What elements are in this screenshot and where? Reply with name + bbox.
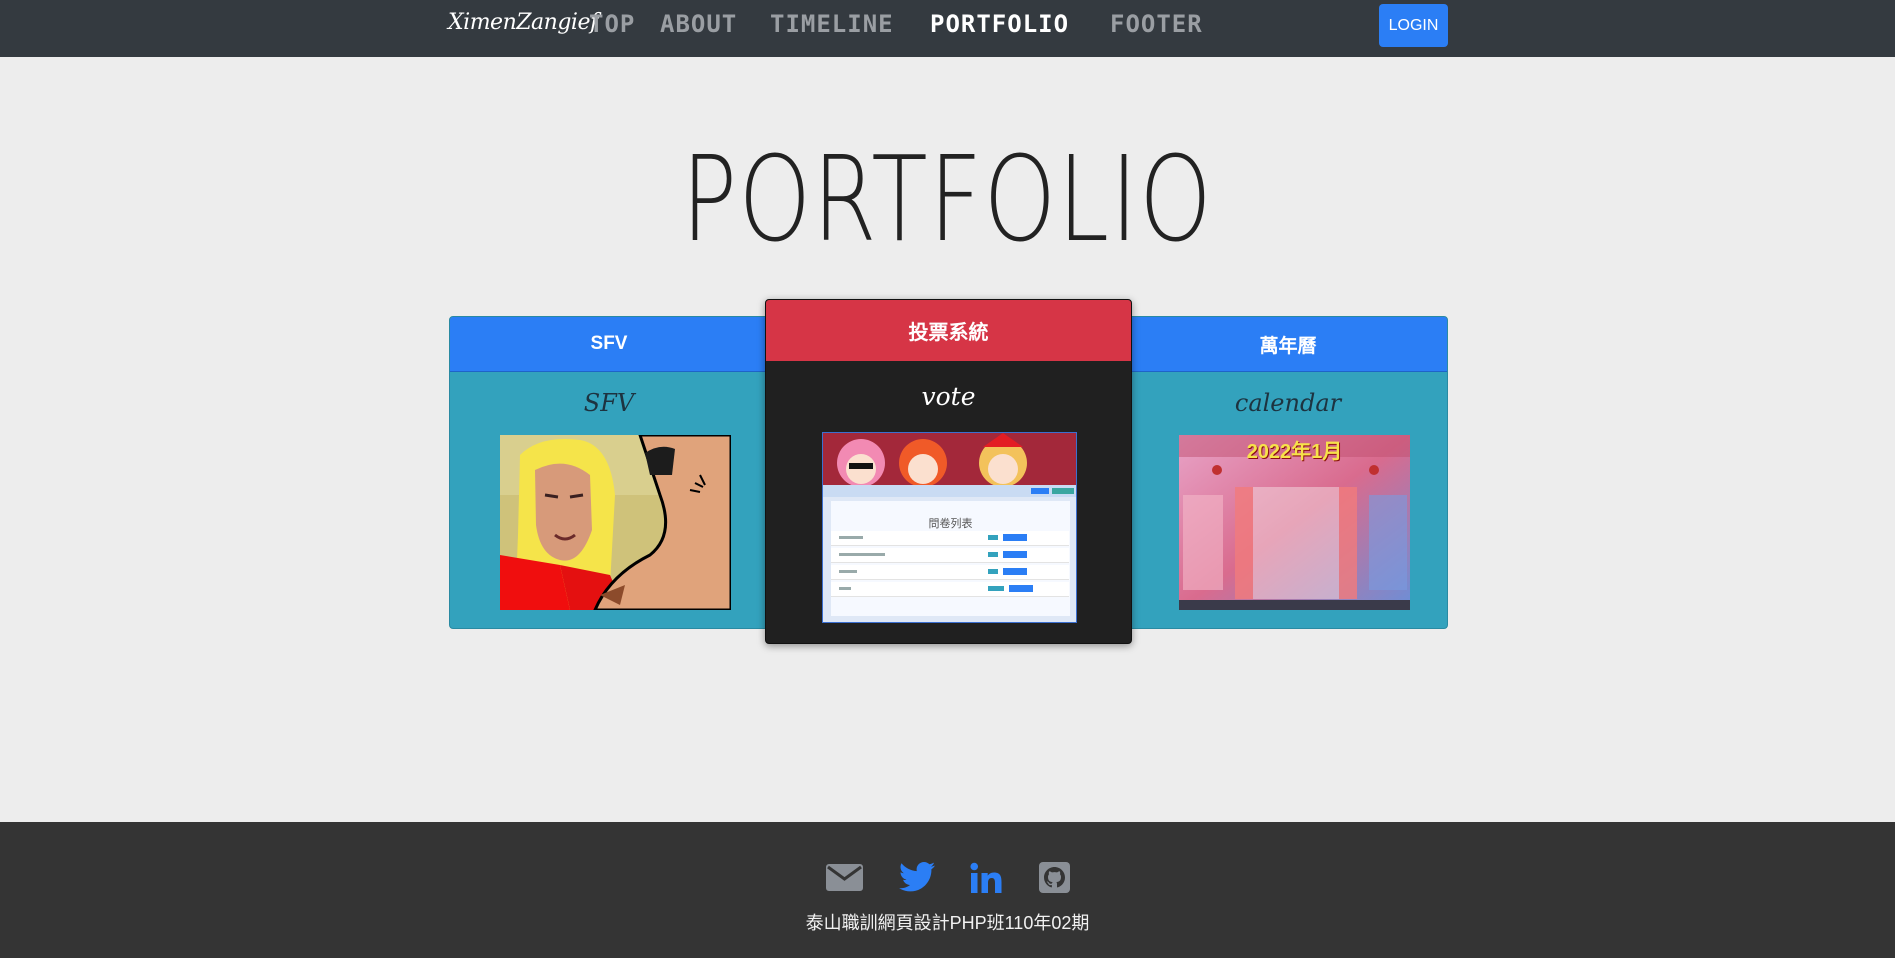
card-header: 萬年曆 <box>1129 317 1447 372</box>
navbar: XimenZangief TOP ABOUT TIMELINE PORTFOLI… <box>0 0 1895 57</box>
calendar-screenshot[interactable]: 2022年1月 <box>1179 435 1410 610</box>
card-subtitle: calendar <box>1234 389 1342 417</box>
card-subtitle: vote <box>921 382 976 411</box>
login-button[interactable]: LOGIN <box>1379 4 1448 47</box>
vote-system-screenshot[interactable]: 問卷列表 <box>822 432 1077 623</box>
portfolio-card-calendar[interactable]: 萬年曆 calendar 2022年1月 <box>1128 316 1448 629</box>
nav-link-about[interactable]: ABOUT <box>660 10 737 38</box>
footer-credit: 泰山職訓網頁設計PHP班110年02期 <box>805 913 1090 933</box>
portfolio-card-vote[interactable]: 投票系統 vote 問卷列表 <box>765 299 1132 644</box>
nav-link-portfolio[interactable]: PORTFOLIO <box>930 10 1069 38</box>
portfolio-card-sfv[interactable]: SFV SFV <box>449 316 769 629</box>
envelope-icon[interactable] <box>826 862 863 897</box>
street-fighter-meme-image[interactable] <box>500 435 731 610</box>
card-header: SFV <box>450 317 768 372</box>
linkedin-icon[interactable] <box>970 862 1002 899</box>
card-header: 投票系統 <box>766 300 1131 361</box>
card-subtitle: SFV <box>583 389 635 417</box>
nav-link-top[interactable]: TOP <box>589 10 635 38</box>
portfolio-title: PORTFOLIO <box>681 130 1214 268</box>
twitter-icon[interactable] <box>899 862 935 897</box>
github-icon[interactable] <box>1039 862 1070 898</box>
nav-link-footer[interactable]: FOOTER <box>1110 10 1203 38</box>
brand-logo[interactable]: XimenZangief <box>448 10 598 35</box>
nav-link-timeline[interactable]: TIMELINE <box>770 10 894 38</box>
calendar-thumb-heading: 2022年1月 <box>1246 441 1343 463</box>
footer <box>0 822 1895 958</box>
